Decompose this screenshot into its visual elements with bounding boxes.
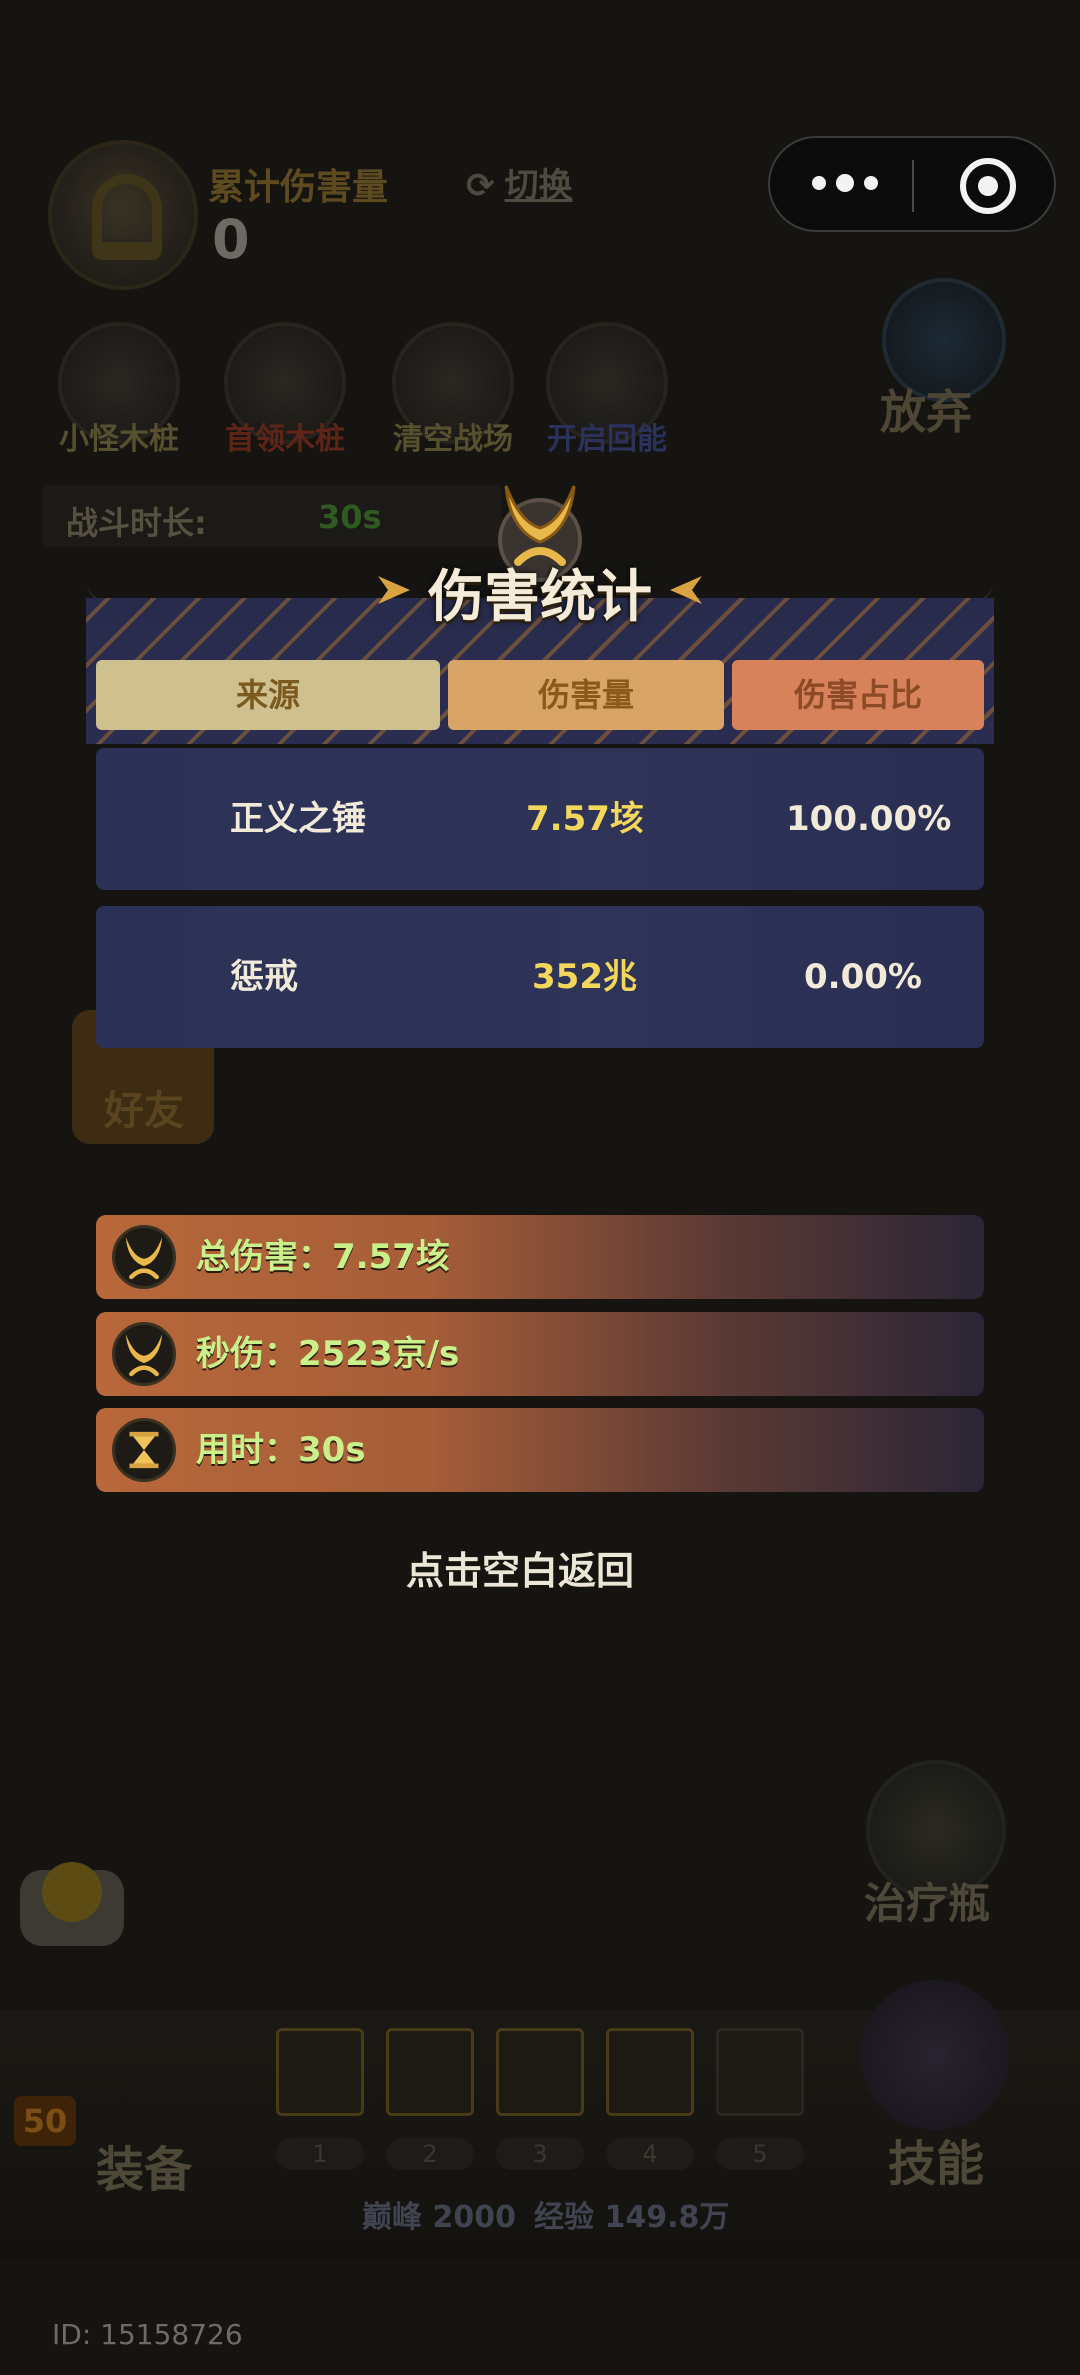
slot-number: 1 bbox=[276, 2138, 364, 2170]
more-dots-icon[interactable] bbox=[812, 174, 878, 192]
boss-dummy-label: 首领木桩 bbox=[225, 422, 345, 457]
skill-button[interactable]: 技能 bbox=[888, 2124, 984, 2194]
skill-book-icon[interactable] bbox=[860, 1980, 1010, 2130]
user-id: ID: 15158726 bbox=[52, 2318, 243, 2351]
damage-title: 累计伤害量 bbox=[208, 167, 389, 208]
table-row: 惩戒 352兆 0.00% bbox=[96, 906, 984, 1048]
experience: 经验 149.8万 bbox=[534, 2200, 730, 2235]
slot-number: 4 bbox=[606, 2138, 694, 2170]
total-damage-text: 总伤害：7.57垓 bbox=[196, 1237, 450, 1277]
heal-potion-label: 治疗瓶 bbox=[864, 1879, 991, 1928]
damage-value: 0 bbox=[212, 208, 250, 271]
refresh-icon: ⟳ bbox=[466, 166, 495, 206]
column-header-ratio: 伤害占比 bbox=[732, 660, 984, 730]
skill-slot[interactable] bbox=[276, 2028, 364, 2116]
row-ratio: 0.00% bbox=[804, 957, 922, 997]
switch-label: 切换 bbox=[504, 166, 573, 206]
time-used-text: 用时：30s bbox=[196, 1430, 366, 1470]
target-close-icon[interactable] bbox=[960, 158, 1016, 214]
row-amount: 352兆 bbox=[532, 957, 637, 997]
time-used-bar: 用时：30s bbox=[96, 1408, 984, 1492]
equip-button[interactable]: 装备 bbox=[96, 2130, 192, 2200]
skill-slot[interactable] bbox=[386, 2028, 474, 2116]
column-header-source: 来源 bbox=[96, 660, 440, 730]
peak-level: 巅峰 2000 bbox=[362, 2200, 516, 2235]
skill-slot[interactable] bbox=[716, 2028, 804, 2116]
dps-text: 秒伤：2523京/s bbox=[196, 1334, 460, 1374]
miniprogram-capsule bbox=[768, 136, 1056, 232]
crest-icon bbox=[112, 1322, 176, 1386]
skill-slot[interactable] bbox=[606, 2028, 694, 2116]
row-ratio: 100.00% bbox=[786, 799, 952, 839]
capsule-divider bbox=[912, 160, 914, 212]
row-source: 正义之锤 bbox=[230, 799, 366, 839]
table-row: 正义之锤 7.57垓 100.00% bbox=[96, 748, 984, 890]
slot-number: 5 bbox=[716, 2138, 804, 2170]
row-amount: 7.57垓 bbox=[526, 799, 644, 839]
helmet-icon bbox=[92, 174, 162, 260]
slot-number: 2 bbox=[386, 2138, 474, 2170]
friend-label: 好友 bbox=[104, 1088, 184, 1134]
hourglass-icon bbox=[112, 1418, 176, 1482]
modal-title: 伤害统计 bbox=[428, 565, 652, 630]
tap-blank-to-return[interactable]: 点击空白返回 bbox=[0, 1540, 1040, 1595]
energy-label: 开启回能 bbox=[547, 422, 667, 457]
clear-field-label: 清空战场 bbox=[393, 422, 513, 457]
duration-label: 战斗时长: bbox=[66, 504, 207, 542]
total-damage-bar: 总伤害：7.57垓 bbox=[96, 1215, 984, 1299]
skill-slot[interactable] bbox=[496, 2028, 584, 2116]
switch-button[interactable]: ⟳ 切换 bbox=[466, 158, 573, 207]
dps-bar: 秒伤：2523京/s bbox=[96, 1312, 984, 1396]
give-up-label: 放弃 bbox=[880, 385, 972, 439]
smile-icon bbox=[42, 1862, 102, 1922]
column-header-amount: 伤害量 bbox=[448, 660, 724, 730]
hero-avatar[interactable] bbox=[48, 140, 198, 290]
crest-icon bbox=[112, 1225, 176, 1289]
minion-dummy-label: 小怪木桩 bbox=[59, 422, 179, 457]
game-background: 累计伤害量 0 ⟳ 切换 小怪木桩 首领木桩 清空战场 开启回能 放弃 战斗时长:… bbox=[0, 0, 1080, 2375]
row-source: 惩戒 bbox=[230, 957, 298, 997]
slot-number: 3 bbox=[496, 2138, 584, 2170]
level-badge: 50 bbox=[14, 2096, 76, 2146]
duration-value: 30s bbox=[318, 498, 382, 536]
